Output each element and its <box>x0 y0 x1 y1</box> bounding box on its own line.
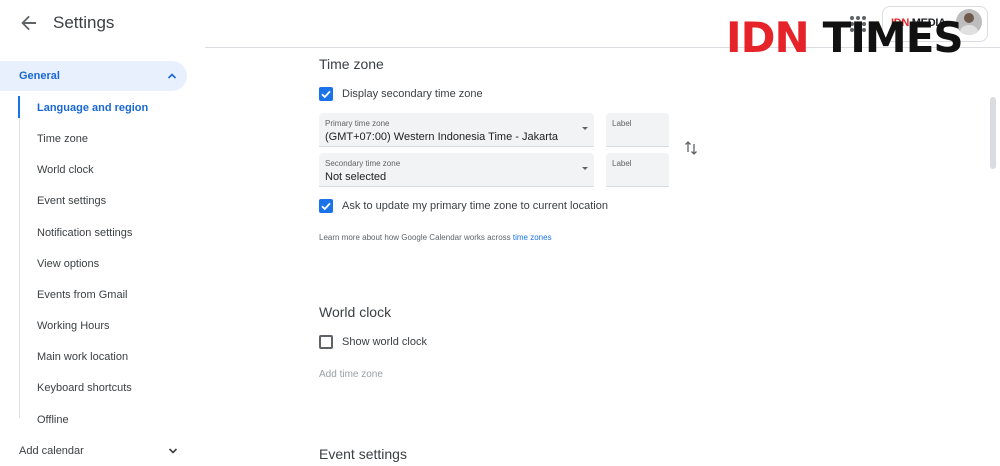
primary-time-zone-select[interactable]: Primary time zone (GMT+07:00) Western In… <box>319 113 594 147</box>
page-title: Settings <box>53 13 115 32</box>
sidebar-item-notification-settings[interactable]: Notification settings <box>37 227 132 239</box>
section-title-world-clock: World clock <box>319 304 392 320</box>
learn-more-text: Learn more about how Google Calendar wor… <box>319 233 552 242</box>
ask-update-label: Ask to update my primary time zone to cu… <box>342 200 608 212</box>
settings-content: Time zone Display secondary time zone Pr… <box>205 48 1000 466</box>
display-secondary-label: Display secondary time zone <box>342 88 483 100</box>
sidebar-item-general[interactable]: General <box>0 61 187 91</box>
secondary-time-zone-caption: Secondary time zone <box>325 159 401 168</box>
primary-label-caption: Label <box>612 119 632 128</box>
sidebar-item-offline[interactable]: Offline <box>37 414 69 426</box>
back-button[interactable] <box>16 10 42 36</box>
secondary-time-zone-select[interactable]: Secondary time zone Not selected <box>319 153 594 187</box>
dropdown-arrow-icon <box>582 167 588 170</box>
sidebar-item-time-zone[interactable]: Time zone <box>37 133 88 145</box>
secondary-label-field[interactable]: Label <box>606 153 669 187</box>
section-title-event-settings: Event settings <box>319 446 407 462</box>
show-world-clock-label: Show world clock <box>342 336 427 348</box>
primary-time-zone-caption: Primary time zone <box>325 119 390 128</box>
swap-vertical-icon[interactable] <box>683 140 699 156</box>
sidebar-item-add-calendar[interactable]: Add calendar <box>19 445 84 457</box>
scrollbar-thumb[interactable] <box>990 97 996 169</box>
settings-sidebar: General Language and region Time zone Wo… <box>0 48 205 466</box>
sidebar-tree-line <box>19 118 20 418</box>
secondary-time-zone-value: Not selected <box>325 171 387 183</box>
sidebar-item-event-settings[interactable]: Event settings <box>37 195 106 207</box>
primary-label-field[interactable]: Label <box>606 113 669 147</box>
sidebar-item-main-work-location[interactable]: Main work location <box>37 351 128 363</box>
add-time-zone-button[interactable]: Add time zone <box>319 369 383 380</box>
checkmark-icon <box>321 202 331 211</box>
show-world-clock-checkbox[interactable] <box>319 335 333 349</box>
ask-update-checkbox[interactable] <box>319 199 333 213</box>
dropdown-arrow-icon <box>582 127 588 130</box>
display-secondary-checkbox[interactable] <box>319 87 333 101</box>
checkmark-icon <box>321 90 331 99</box>
sidebar-item-view-options[interactable]: View options <box>37 258 99 270</box>
time-zones-link[interactable]: time zones <box>513 233 552 242</box>
active-indicator <box>18 96 20 118</box>
arrow-back-icon <box>21 15 36 31</box>
sidebar-item-working-hours[interactable]: Working Hours <box>37 320 110 332</box>
primary-time-zone-value: (GMT+07:00) Western Indonesia Time - Jak… <box>325 131 559 143</box>
sidebar-item-label: General <box>19 70 60 82</box>
chevron-up-icon <box>167 73 177 79</box>
sidebar-item-language-and-region[interactable]: Language and region <box>37 102 148 114</box>
sidebar-item-world-clock[interactable]: World clock <box>37 164 94 176</box>
secondary-label-caption: Label <box>612 159 632 168</box>
sidebar-item-keyboard-shortcuts[interactable]: Keyboard shortcuts <box>37 382 132 394</box>
sidebar-item-events-from-gmail[interactable]: Events from Gmail <box>37 289 127 301</box>
chevron-down-icon[interactable] <box>168 446 178 456</box>
section-title-time-zone: Time zone <box>319 56 384 72</box>
